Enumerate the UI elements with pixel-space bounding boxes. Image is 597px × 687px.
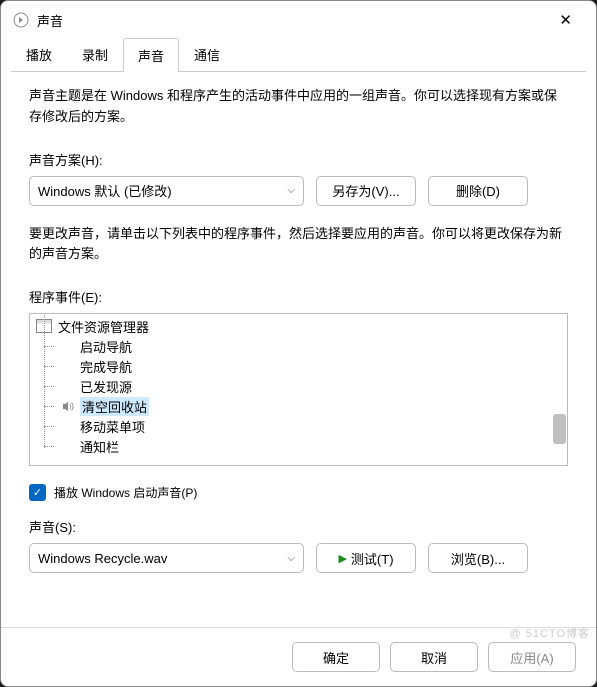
events-description: 要更改声音，请单击以下列表中的程序事件，然后选择要应用的声音。你可以将更改保存为… [29, 224, 568, 266]
no-sound-icon [60, 339, 76, 353]
tree-item[interactable]: 通知栏 [30, 436, 567, 456]
scheme-label: 声音方案(H): [29, 150, 568, 169]
tab-playback[interactable]: 播放 [11, 37, 67, 71]
tab-recording[interactable]: 录制 [67, 37, 123, 71]
watermark: @ 51CTO博客 [510, 625, 590, 641]
explorer-icon [36, 319, 52, 333]
tab-content: 声音主题是在 Windows 和程序产生的活动事件中应用的一组声音。你可以选择现… [1, 72, 596, 627]
cancel-button[interactable]: 取消 [390, 642, 478, 672]
scheme-selected-value: Windows 默认 (已修改) [38, 181, 172, 200]
speaker-icon [60, 399, 76, 413]
startup-sound-row[interactable]: ✓ 播放 Windows 启动声音(P) [29, 484, 568, 501]
sound-select[interactable]: Windows Recycle.wav ⌵ [29, 543, 304, 573]
sound-selected-value: Windows Recycle.wav [38, 551, 167, 566]
no-sound-icon [60, 419, 76, 433]
no-sound-icon [60, 379, 76, 393]
tree-item-label: 清空回收站 [80, 397, 149, 416]
tree-item-label: 完成导航 [80, 357, 132, 376]
sound-icon [13, 12, 29, 28]
ok-button[interactable]: 确定 [292, 642, 380, 672]
startup-checkbox[interactable]: ✓ [29, 484, 46, 501]
tree-root-label: 文件资源管理器 [58, 317, 149, 336]
test-label: 测试(T) [351, 549, 394, 568]
close-button[interactable]: ✕ [547, 5, 584, 35]
sound-label: 声音(S): [29, 517, 568, 536]
scrollbar-thumb[interactable] [553, 414, 566, 444]
no-sound-icon [60, 439, 76, 453]
tab-communications[interactable]: 通信 [179, 37, 235, 71]
no-sound-icon [60, 359, 76, 373]
startup-label: 播放 Windows 启动声音(P) [54, 484, 197, 501]
browse-button[interactable]: 浏览(B)... [428, 543, 528, 573]
delete-button[interactable]: 删除(D) [428, 176, 528, 206]
scheme-select[interactable]: Windows 默认 (已修改) ⌵ [29, 176, 304, 206]
titlebar: 声音 ✕ [1, 1, 596, 39]
tab-sounds[interactable]: 声音 [123, 38, 179, 72]
tree-root[interactable]: 文件资源管理器 [30, 316, 567, 336]
test-button[interactable]: ▶ 测试(T) [316, 543, 416, 573]
scheme-description: 声音主题是在 Windows 和程序产生的活动事件中应用的一组声音。你可以选择现… [29, 86, 568, 128]
tree-item[interactable]: 已发现源 [30, 376, 567, 396]
play-icon: ▶ [338, 552, 346, 565]
tree-item-label: 已发现源 [80, 377, 132, 396]
chevron-down-icon: ⌵ [287, 185, 295, 196]
chevron-down-icon: ⌵ [287, 553, 295, 564]
tree-item[interactable]: 移动菜单项 [30, 416, 567, 436]
window-title: 声音 [37, 11, 547, 30]
tree-item-label: 启动导航 [80, 337, 132, 356]
tab-strip: 播放 录制 声音 通信 [1, 37, 596, 71]
dialog-footer: 确定 取消 应用(A) [1, 627, 596, 686]
events-tree[interactable]: 文件资源管理器 启动导航 完成导航 已发现源 [29, 313, 568, 466]
tree-item[interactable]: 完成导航 [30, 356, 567, 376]
tree-item[interactable]: 启动导航 [30, 336, 567, 356]
tree-item-label: 移动菜单项 [80, 417, 145, 436]
sound-dialog: 声音 ✕ 播放 录制 声音 通信 声音主题是在 Windows 和程序产生的活动… [0, 0, 597, 687]
save-as-button[interactable]: 另存为(V)... [316, 176, 416, 206]
apply-button[interactable]: 应用(A) [488, 642, 576, 672]
tree-item-label: 通知栏 [80, 437, 119, 456]
tree-item-selected[interactable]: 清空回收站 [30, 396, 567, 416]
events-label: 程序事件(E): [29, 287, 568, 306]
